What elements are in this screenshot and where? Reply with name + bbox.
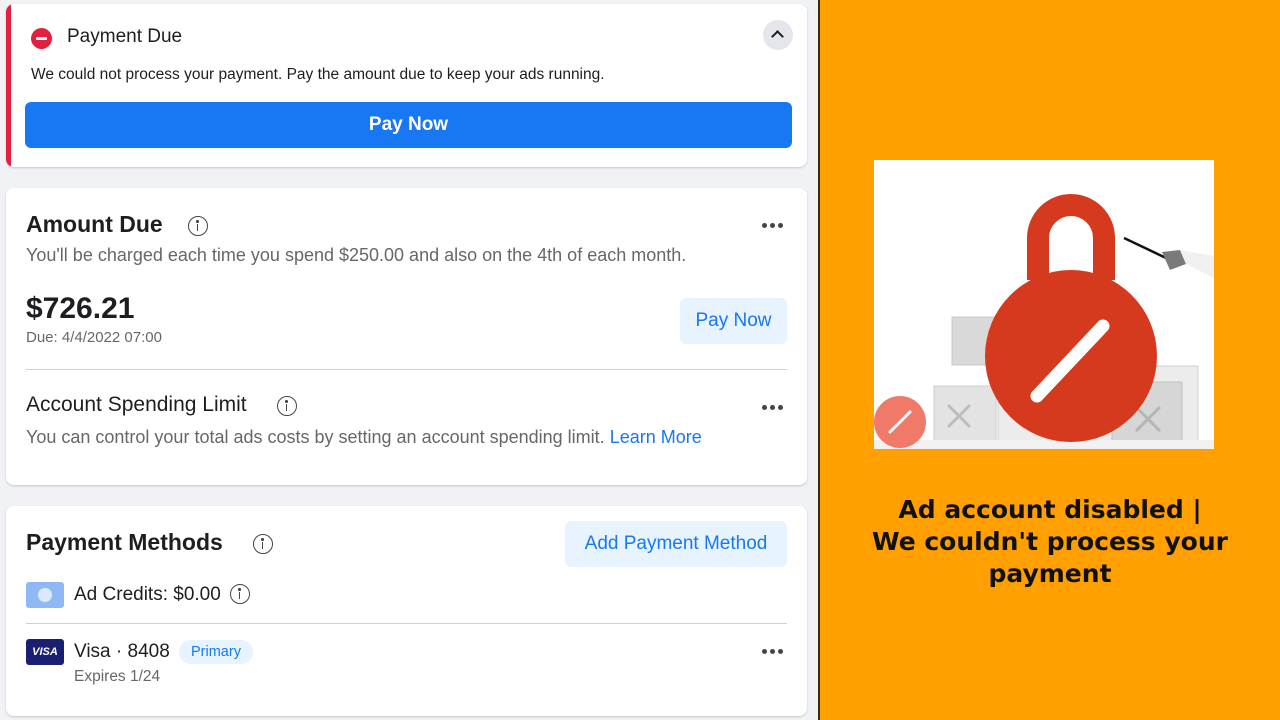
amount-value: $726.21	[26, 292, 135, 325]
error-icon	[31, 28, 52, 49]
more-options-icon[interactable]	[762, 648, 786, 656]
visa-card-icon: VISA	[26, 639, 64, 665]
spending-limit-title: Account Spending Limit	[26, 393, 247, 416]
due-date: Due: 4/4/2022 07:00	[26, 329, 162, 346]
chevron-up-icon	[771, 30, 784, 43]
learn-more-link[interactable]: Learn More	[610, 427, 702, 447]
amount-due-description: You'll be charged each time you spend $2…	[26, 245, 687, 265]
padlock-icon	[874, 194, 1214, 449]
payment-methods-card: Payment Methods Add Payment Method Ad Cr…	[6, 506, 807, 716]
alert-title: Payment Due	[67, 26, 183, 47]
amount-pay-now-button[interactable]: Pay Now	[680, 298, 787, 344]
more-options-icon[interactable]	[762, 404, 786, 412]
ad-credits-icon	[26, 582, 64, 608]
amount-due-card: Amount Due You'll be charged each time y…	[6, 188, 807, 485]
alert-pay-now-button[interactable]: Pay Now	[25, 102, 792, 148]
divider	[26, 369, 787, 370]
info-icon[interactable]	[230, 584, 250, 604]
payment-methods-title: Payment Methods	[26, 529, 223, 555]
alert-accent-bar	[6, 4, 11, 167]
video-caption: Ad account disabled | We couldn't proces…	[820, 494, 1280, 590]
card-expiry: Expires 1/24	[74, 668, 161, 685]
divider	[26, 623, 787, 624]
info-icon[interactable]	[253, 534, 273, 554]
spending-limit-description: You can control your total ads costs by …	[26, 427, 702, 447]
info-icon[interactable]	[188, 216, 208, 236]
info-icon[interactable]	[277, 396, 297, 416]
more-options-icon[interactable]	[762, 222, 786, 230]
payment-due-alert: Payment Due We could not process your pa…	[6, 4, 807, 167]
amount-due-title: Amount Due	[26, 211, 163, 237]
ad-credits-label: Ad Credits: $0.00	[74, 584, 221, 605]
billing-panel: Payment Due We could not process your pa…	[0, 0, 818, 720]
caption-line-2: We couldn't process your payment	[872, 527, 1228, 588]
primary-badge: Primary	[179, 640, 253, 664]
collapse-button[interactable]	[763, 20, 793, 50]
card-name: Visa · 8408	[74, 641, 170, 662]
add-payment-method-button[interactable]: Add Payment Method	[565, 521, 787, 567]
alert-message: We could not process your payment. Pay t…	[31, 66, 605, 83]
locked-account-illustration	[874, 160, 1214, 449]
caption-line-1: Ad account disabled |	[898, 495, 1202, 524]
thumbnail-panel: Ad account disabled | We couldn't proces…	[820, 0, 1280, 720]
